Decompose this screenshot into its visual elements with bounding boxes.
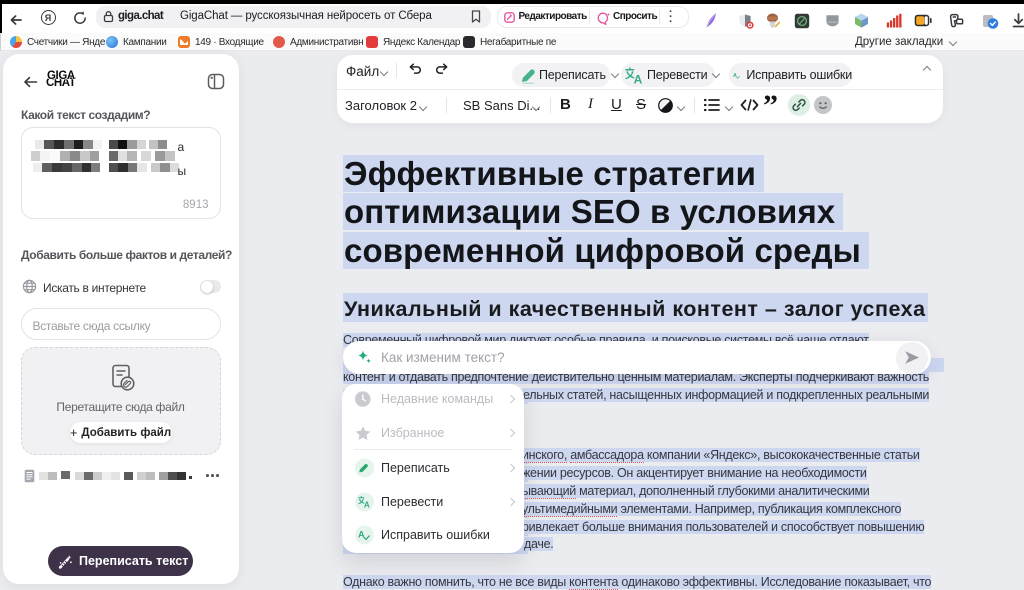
svg-text:A: A: [733, 73, 737, 79]
svg-text:A: A: [634, 72, 643, 84]
svg-text:A: A: [363, 500, 369, 508]
